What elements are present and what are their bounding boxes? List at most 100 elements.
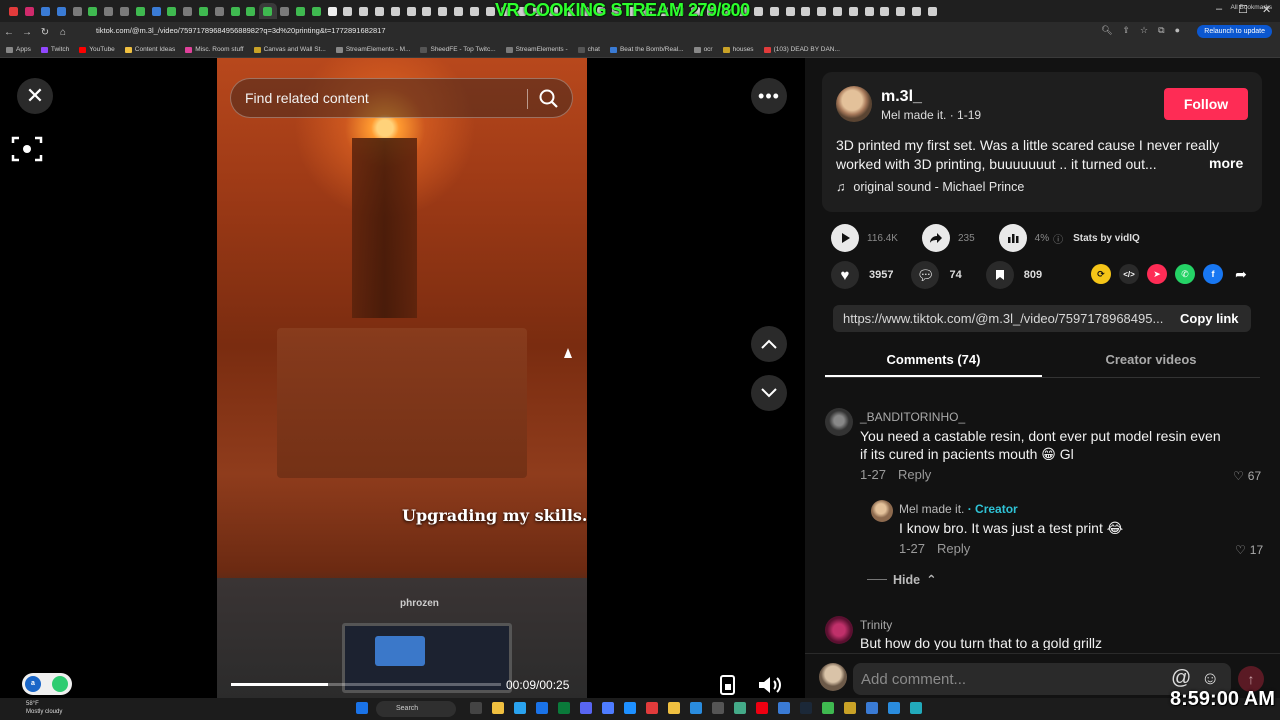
browser-tab[interactable]: [703, 3, 719, 19]
bookmark-item[interactable]: Misc. Room stuff: [185, 46, 244, 53]
address-bar[interactable]: tiktok.com/@m.3l_/video/7597178968495688…: [96, 26, 386, 35]
browser-tab[interactable]: [53, 3, 69, 19]
search-icon[interactable]: [538, 88, 560, 110]
browser-tab[interactable]: [356, 3, 372, 19]
browser-tab[interactable]: [69, 3, 85, 19]
volume-icon[interactable]: [756, 673, 782, 697]
bookmark-item[interactable]: (103) DEAD BY DAN...: [763, 46, 840, 53]
send-to-friend-icon[interactable]: ➤: [1147, 264, 1167, 284]
forward-icon[interactable]: →: [18, 27, 36, 38]
browser-tab[interactable]: [687, 3, 703, 19]
browser-tab[interactable]: [672, 3, 688, 19]
browser-tab[interactable]: [893, 3, 909, 19]
reply-username-row[interactable]: Mel made it. · Creator: [899, 502, 1018, 516]
picture-in-picture-icon[interactable]: [716, 673, 740, 697]
bookmark-item[interactable]: StreamElements - M...: [335, 46, 410, 53]
browser-tab[interactable]: [22, 3, 38, 19]
bookmark-item[interactable]: Beat the Bomb/Real...: [609, 46, 684, 53]
extensions-icon[interactable]: ⧉: [1158, 25, 1164, 36]
browser-tab[interactable]: [593, 3, 609, 19]
browser-tab[interactable]: [324, 3, 340, 19]
taskbar-app-icon[interactable]: [866, 702, 878, 714]
info-icon[interactable]: ⓘ: [1053, 231, 1063, 246]
bookmark-item[interactable]: chat: [577, 46, 600, 53]
browser-tab[interactable]: [117, 3, 133, 19]
previous-video-button[interactable]: [751, 326, 787, 362]
browser-tab[interactable]: [451, 3, 467, 19]
browser-tab[interactable]: [101, 3, 117, 19]
taskbar-app-icon[interactable]: [536, 702, 548, 714]
whatsapp-icon[interactable]: ✆: [1175, 264, 1195, 284]
taskbar-app-icon[interactable]: [822, 702, 834, 714]
video-player[interactable]: phrozen Upgrading my skills.: [217, 58, 587, 698]
share-page-icon[interactable]: ⇪: [1123, 25, 1131, 36]
browser-tab[interactable]: [482, 3, 498, 19]
browser-tab[interactable]: [845, 3, 861, 19]
taskbar-app-icon[interactable]: [624, 702, 636, 714]
back-icon[interactable]: ←: [0, 27, 18, 38]
browser-tab[interactable]: [132, 3, 148, 19]
taskbar-app-icon[interactable]: [646, 702, 658, 714]
close-video-button[interactable]: ✕: [17, 78, 53, 114]
commenter-avatar[interactable]: [825, 616, 853, 644]
taskbar-app-icon[interactable]: [602, 702, 614, 714]
browser-tab[interactable]: [814, 3, 830, 19]
browser-tab[interactable]: [293, 3, 309, 19]
browser-tab[interactable]: [640, 3, 656, 19]
browser-tab[interactable]: [466, 3, 482, 19]
tab-comments[interactable]: Comments (74): [825, 352, 1042, 367]
follow-button[interactable]: Follow: [1164, 88, 1248, 120]
bookmark-item[interactable]: Twitch: [40, 46, 69, 53]
browser-tab[interactable]: [830, 3, 846, 19]
browser-tab[interactable]: [514, 3, 530, 19]
reply-button[interactable]: Reply: [898, 467, 931, 482]
embed-icon[interactable]: </>: [1119, 264, 1139, 284]
bookmark-item[interactable]: SheedFE - Top Twitc...: [420, 46, 496, 53]
browser-tab[interactable]: [340, 3, 356, 19]
video-progress-bar[interactable]: [231, 683, 501, 686]
facebook-icon[interactable]: f: [1203, 264, 1223, 284]
taskbar-app-icon[interactable]: [756, 702, 768, 714]
reload-icon[interactable]: ↻: [36, 27, 54, 38]
bookmark-item[interactable]: houses: [722, 46, 754, 53]
bookmark-item[interactable]: Content Ideas: [124, 46, 175, 53]
browser-tab[interactable]: [877, 3, 893, 19]
browser-tab[interactable]: [38, 3, 54, 19]
browser-tab[interactable]: [656, 3, 672, 19]
author-username[interactable]: m.3l_: [881, 88, 922, 106]
more-share-icon[interactable]: ➦: [1231, 264, 1251, 284]
more-options-button[interactable]: •••: [751, 78, 787, 114]
browser-tab[interactable]: [782, 3, 798, 19]
minimize-icon[interactable]: –: [1216, 3, 1222, 15]
browser-tab[interactable]: [719, 3, 735, 19]
browser-tab[interactable]: [227, 3, 243, 19]
browser-tab[interactable]: [798, 3, 814, 19]
taskbar-app-icon[interactable]: [492, 702, 504, 714]
weather-widget[interactable]: 58°F Mostly cloudy: [8, 700, 62, 716]
taskbar-app-icon[interactable]: [470, 702, 482, 714]
start-icon[interactable]: [356, 702, 368, 714]
video-link[interactable]: https://www.tiktok.com/@m.3l_/video/7597…: [843, 311, 1163, 326]
search-page-icon[interactable]: 🔍︎: [1101, 25, 1112, 36]
browser-tab[interactable]: [387, 3, 403, 19]
home-icon[interactable]: ⌂: [54, 27, 72, 38]
browser-tab[interactable]: [498, 3, 514, 19]
browser-tab[interactable]: [909, 3, 925, 19]
like-button[interactable]: ♥: [831, 261, 859, 289]
bookmark-item[interactable]: Apps: [6, 46, 31, 53]
bookmark-item[interactable]: YouTube: [79, 46, 115, 53]
taskbar-app-icon[interactable]: [712, 702, 724, 714]
browser-tab[interactable]: [211, 3, 227, 19]
copy-link-button[interactable]: Copy link: [1180, 311, 1239, 326]
taskbar-app-icon[interactable]: [690, 702, 702, 714]
taskbar-app-icon[interactable]: [888, 702, 900, 714]
browser-tab[interactable]: [308, 3, 324, 19]
taskbar-app-icon[interactable]: [514, 702, 526, 714]
vidiq-label[interactable]: Stats by vidIQ: [1073, 233, 1140, 244]
sound-link[interactable]: ♫ original sound - Michael Prince: [836, 180, 1024, 194]
related-search-input[interactable]: Find related content: [230, 78, 573, 118]
taskbar-app-icon[interactable]: [734, 702, 746, 714]
browser-tab[interactable]: [861, 3, 877, 19]
reply-avatar[interactable]: [871, 500, 893, 522]
browser-tab[interactable]: [751, 3, 767, 19]
